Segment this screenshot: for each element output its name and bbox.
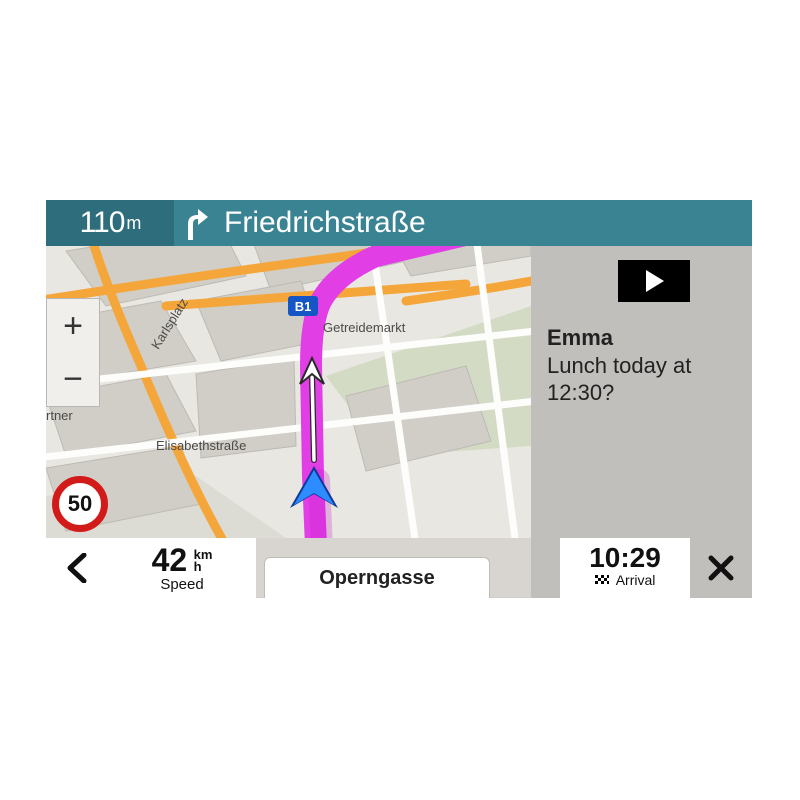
turn-street-name: Friedrichstraße: [216, 200, 752, 246]
notification-message: Lunch today at 12:30?: [547, 352, 742, 407]
checkered-flag-icon: [595, 575, 609, 587]
play-icon: [640, 267, 668, 295]
next-turn-bar[interactable]: 110 m Friedrichstraße: [46, 200, 752, 246]
map-canvas[interactable]: B1 Karlsplatz Getreidemarkt Elisabethstr…: [46, 246, 531, 538]
chevron-left-icon: [64, 553, 90, 583]
arrival-label: Arrival: [616, 572, 656, 588]
arrival-time: 10:29: [560, 538, 690, 574]
svg-text:B1: B1: [295, 299, 312, 314]
dismiss-notification-button[interactable]: [690, 538, 752, 598]
turn-right-icon: [174, 200, 216, 246]
close-icon: [707, 554, 735, 582]
gps-device-screen: 110 m Friedrichstraße: [46, 200, 752, 598]
speed-limit-value: 50: [68, 491, 92, 517]
map-label-getreidemarkt: Getreidemarkt: [323, 320, 405, 335]
zoom-out-button[interactable]: −: [46, 352, 100, 407]
turn-distance: 110 m: [46, 200, 174, 246]
plus-icon: +: [63, 307, 83, 346]
map-label-rtner: rtner: [46, 408, 73, 423]
speed-unit-bottom: h: [194, 559, 202, 574]
play-notification-button[interactable]: [618, 260, 690, 302]
minus-icon: −: [63, 360, 83, 399]
turn-distance-value: 110: [80, 206, 125, 240]
arrival-readout[interactable]: 10:29 Arrival: [560, 538, 690, 598]
turn-distance-unit: m: [126, 213, 140, 234]
zoom-in-button[interactable]: +: [46, 298, 100, 354]
speed-readout[interactable]: 42 km h Speed: [108, 538, 256, 598]
route-badge: B1: [288, 296, 318, 316]
notification-sender: Emma: [547, 324, 742, 352]
current-street-name: Operngasse: [319, 567, 435, 590]
speed-value: 42: [152, 538, 188, 578]
map-label-elisabethstrasse: Elisabethstraße: [156, 438, 246, 453]
notification-content[interactable]: Emma Lunch today at 12:30?: [547, 324, 742, 407]
back-button[interactable]: [46, 538, 108, 598]
speed-label: Speed: [108, 576, 256, 593]
bottom-bar: 42 km h Speed Operngasse 10:29: [46, 538, 752, 598]
speed-limit-sign: 50: [52, 476, 108, 532]
current-street-chip[interactable]: Operngasse: [264, 557, 490, 598]
